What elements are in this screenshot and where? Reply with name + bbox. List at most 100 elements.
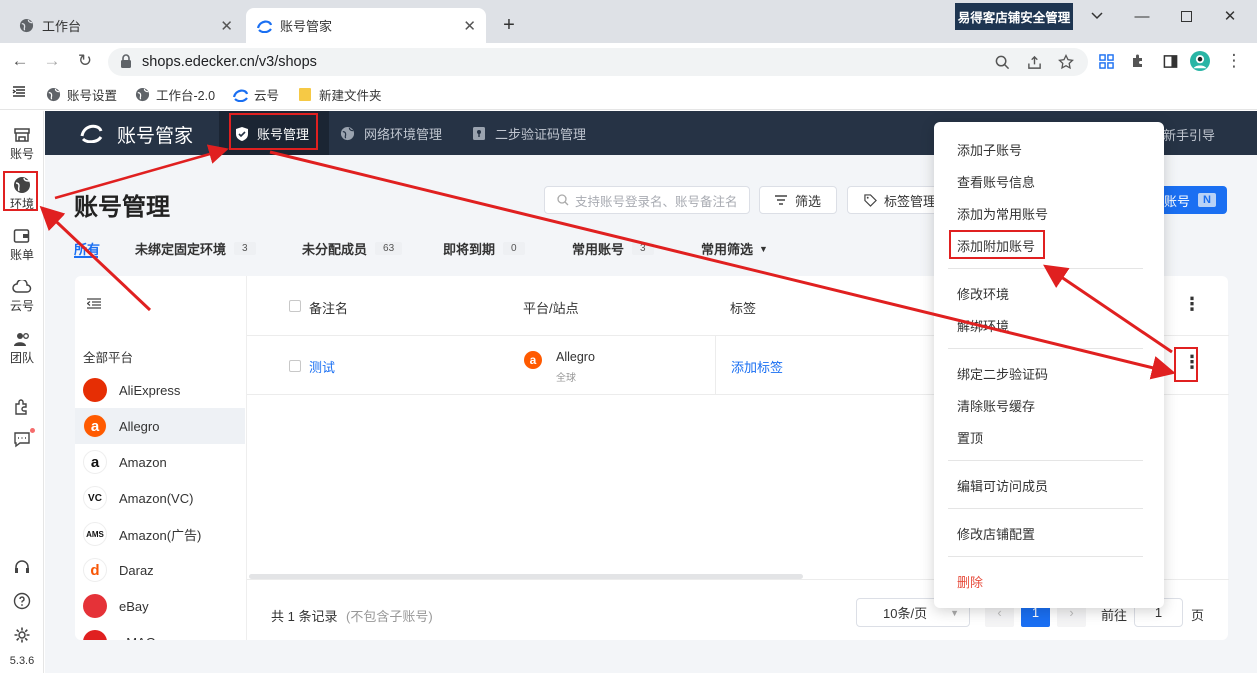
row-checkbox[interactable] xyxy=(289,360,301,372)
filter-tab-unassigned[interactable]: 未分配成员 63 xyxy=(302,239,403,258)
zoom-icon[interactable] xyxy=(993,53,1011,71)
search-placeholder: 支持账号登录名、账号备注名 xyxy=(575,194,738,209)
minimize-button[interactable]: — xyxy=(1122,4,1162,28)
app-nav-network-environment[interactable]: 网络环境管理 xyxy=(340,124,442,143)
settings-gear-icon[interactable] xyxy=(0,625,44,645)
folder-icon xyxy=(297,87,313,103)
annotation-box-add-additional-account xyxy=(949,230,1045,259)
search-input[interactable]: 支持账号登录名、账号备注名 xyxy=(544,186,750,214)
tag-management-button[interactable]: 标签管理 xyxy=(847,186,947,214)
wallet-icon xyxy=(12,226,32,246)
collapse-icon[interactable] xyxy=(86,298,101,313)
all-platforms-header[interactable]: 全部平台 xyxy=(83,347,133,366)
menu-item-modify-shop-config[interactable]: 修改店铺配置 xyxy=(957,524,1035,543)
platform-name: AliExpress xyxy=(119,382,181,398)
browser-tab-workbench[interactable]: 工作台 ✕ xyxy=(8,8,243,43)
support-icon[interactable] xyxy=(0,557,44,577)
platform-item[interactable]: a Allegro xyxy=(75,408,245,444)
column-header-name: 备注名 xyxy=(309,301,349,316)
filter-tab-unbound-env[interactable]: 未绑定固定环境 3 xyxy=(135,239,256,258)
platform-item[interactable]: eMAG xyxy=(75,624,245,640)
menu-item-view-account-info[interactable]: 查看账号信息 xyxy=(957,172,1035,191)
profile-avatar[interactable] xyxy=(1190,51,1210,71)
menu-divider xyxy=(948,460,1143,461)
beginner-guide-link[interactable]: 新手引导 xyxy=(1163,125,1215,144)
filter-count: 63 xyxy=(375,242,403,255)
globe-icon xyxy=(45,87,61,103)
filter-tab-label: 常用筛选 xyxy=(701,242,754,257)
reading-list-icon[interactable] xyxy=(12,85,26,99)
tag-icon xyxy=(864,193,877,207)
filter-tab-common-filters[interactable]: 常用筛选 ▼ xyxy=(701,239,768,258)
app-nav-2fa-management[interactable]: 二步验证码管理 xyxy=(472,124,586,143)
close-window-button[interactable]: ✕ xyxy=(1210,4,1250,28)
bookmark-workbench[interactable]: 工作台-2.0 xyxy=(134,85,215,104)
extension-grid-icon[interactable] xyxy=(1096,51,1116,71)
forward-button[interactable]: → xyxy=(42,51,62,71)
reload-button[interactable]: ↻ xyxy=(75,51,95,71)
maximize-button[interactable] xyxy=(1166,4,1206,28)
platform-item[interactable]: eBay xyxy=(75,588,245,624)
platform-sidebar: 全部平台 AliExpress a Allegro a Amazon VC Amazon(V… xyxy=(75,276,246,640)
message-icon[interactable] xyxy=(0,428,44,449)
left-nav-item-account[interactable]: 账号 xyxy=(0,125,44,162)
page-title: 账号管理 xyxy=(74,194,170,221)
menu-item-add-sub-account[interactable]: 添加子账号 xyxy=(957,140,1022,159)
globe-icon xyxy=(18,18,34,34)
side-panel-icon[interactable] xyxy=(1160,51,1180,71)
column-header-tag: 标签 xyxy=(730,301,757,316)
left-nav-item-team[interactable]: 团队 xyxy=(0,329,44,366)
account-name-link[interactable]: 测试 xyxy=(309,357,335,376)
platform-name: eMAG xyxy=(119,635,156,641)
add-account-button[interactable]: 账号 N xyxy=(1155,186,1227,214)
platform-item[interactable]: d Daraz xyxy=(75,552,245,588)
menu-divider xyxy=(948,268,1143,269)
platform-item[interactable]: a Amazon xyxy=(75,444,245,480)
menu-dots-icon[interactable]: ⋮ xyxy=(1224,51,1244,71)
menu-item-add-as-frequent[interactable]: 添加为常用账号 xyxy=(957,204,1048,223)
menu-item-bind-2fa[interactable]: 绑定二步验证码 xyxy=(957,364,1048,383)
menu-item-delete[interactable]: 删除 xyxy=(957,572,983,591)
bookmark-new-folder[interactable]: 新建文件夹 xyxy=(297,85,382,104)
platform-item[interactable]: AliExpress xyxy=(75,372,245,408)
menu-item-modify-environment[interactable]: 修改环境 xyxy=(957,284,1009,303)
address-bar[interactable]: shops.edecker.cn/v3/shops xyxy=(108,48,1088,76)
bookmark-star-icon[interactable] xyxy=(1057,53,1075,71)
platform-logo-icon: AMS xyxy=(83,522,107,546)
tab-search-icon[interactable] xyxy=(1077,4,1117,28)
globe-icon xyxy=(340,126,355,141)
nav-label: 二步验证码管理 xyxy=(495,127,587,142)
new-tab-button[interactable]: + xyxy=(498,14,520,37)
menu-item-unbind-environment[interactable]: 解绑环境 xyxy=(957,316,1009,335)
filter-icon xyxy=(774,195,787,205)
menu-item-clear-cache[interactable]: 清除账号缓存 xyxy=(957,396,1035,415)
bookmark-account-settings[interactable]: 账号设置 xyxy=(45,85,117,104)
select-all-checkbox[interactable] xyxy=(289,300,301,312)
filter-tab-frequent[interactable]: 常用账号 3 xyxy=(572,239,654,258)
left-nav-item-cloud[interactable]: 云号 xyxy=(0,277,44,314)
filter-tab-label: 未绑定固定环境 xyxy=(135,242,227,257)
menu-item-pin-top[interactable]: 置顶 xyxy=(957,428,983,447)
edecker-logo-icon xyxy=(256,18,272,34)
help-icon[interactable] xyxy=(0,591,44,611)
page-unit-label: 页 xyxy=(1191,608,1205,623)
extension-badge[interactable]: 易得客店铺安全管理 xyxy=(955,3,1073,30)
back-button[interactable]: ← xyxy=(10,51,30,71)
plugin-icon[interactable] xyxy=(0,397,44,417)
add-tag-link[interactable]: 添加标签 xyxy=(731,357,783,376)
extensions-puzzle-icon[interactable] xyxy=(1128,51,1148,71)
filter-button[interactable]: 筛选 xyxy=(759,186,837,214)
close-tab-icon[interactable]: ✕ xyxy=(463,17,476,35)
platform-logo-icon xyxy=(83,378,107,402)
bookmark-cloud[interactable]: 云号 xyxy=(232,85,279,104)
url-text: shops.edecker.cn/v3/shops xyxy=(142,54,317,70)
left-nav-item-billing[interactable]: 账单 xyxy=(0,226,44,263)
platform-item[interactable]: AMS Amazon(广告) xyxy=(75,516,245,552)
share-icon[interactable] xyxy=(1025,53,1043,71)
column-settings-icon[interactable]: ⋮ xyxy=(1183,294,1201,315)
filter-tab-expiring[interactable]: 即将到期 0 xyxy=(443,239,525,258)
close-tab-icon[interactable]: ✕ xyxy=(220,17,233,35)
menu-item-edit-members[interactable]: 编辑可访问成员 xyxy=(957,476,1048,495)
browser-tab-account-manager[interactable]: 账号管家 ✕ xyxy=(246,8,486,43)
platform-item[interactable]: VC Amazon(VC) xyxy=(75,480,245,516)
